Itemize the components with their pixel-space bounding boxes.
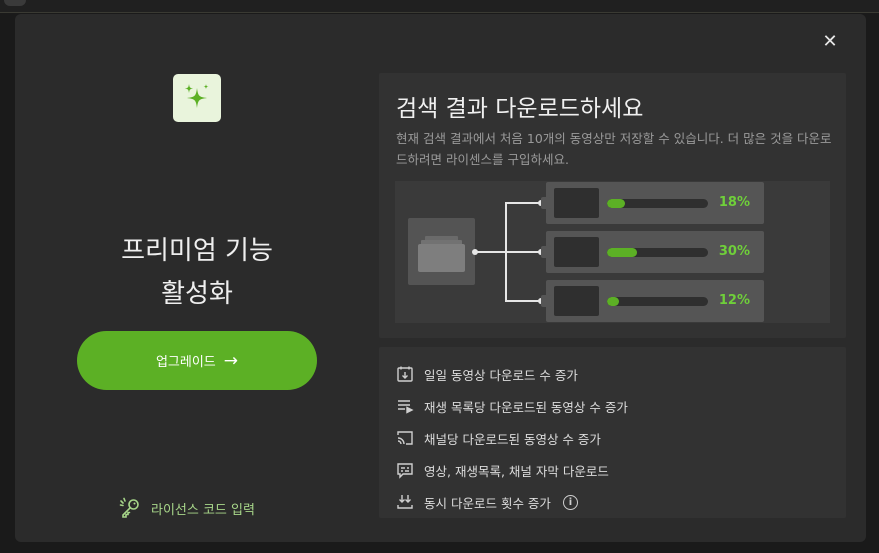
feature-label: 채널당 다운로드된 동영상 수 증가 — [424, 431, 601, 447]
upgrade-button-label: 업그레이드 — [155, 355, 216, 370]
arrow-right-icon: → — [223, 350, 239, 371]
progress-fill — [607, 199, 626, 208]
upgrade-modal: ✕ 프리미엄 기능 활성화 업그레이드 → 라이선스 코드 입력 검색 결과 다… — [15, 14, 866, 542]
close-button[interactable]: ✕ — [820, 32, 840, 52]
connector-branch-1 — [505, 202, 541, 204]
premium-badge — [173, 74, 221, 122]
info-icon[interactable]: i — [562, 494, 578, 510]
top-bar-handle — [4, 0, 26, 6]
video-thumbnail — [554, 188, 599, 218]
sparkles-icon — [185, 84, 209, 108]
progress-fill — [607, 297, 620, 306]
progress-percent: 30% — [718, 244, 750, 259]
download-diagram: 18% 30% 12% — [395, 181, 830, 323]
preview-description: 현재 검색 결과에서 처음 10개의 동영상만 저장할 수 있습니다. 더 많은… — [396, 131, 832, 167]
progress-percent: 18% — [718, 195, 750, 210]
feature-item: 일일 동영상 다운로드 수 증가 — [395, 363, 578, 385]
progress-percent: 12% — [718, 293, 750, 308]
connector-branch-3 — [505, 300, 541, 302]
connector-line — [475, 251, 505, 253]
folder-stack-icon — [418, 236, 465, 272]
feature-item: 채널당 다운로드된 동영상 수 증가 — [395, 427, 601, 449]
calendar-download-icon — [395, 365, 414, 384]
feature-item: 재생 목록당 다운로드된 동영상 수 증가 — [395, 395, 628, 417]
preview-title: 검색 결과 다운로드하세요 — [396, 96, 644, 122]
multi-download-icon — [395, 493, 414, 512]
title-line-1: 프리미엄 기능 — [121, 236, 273, 266]
connector-branch-2 — [505, 251, 541, 253]
progress-fill — [607, 248, 638, 257]
feature-item: 동시 다운로드 횟수 증가 i — [395, 491, 578, 513]
key-icon — [119, 497, 139, 518]
source-box — [408, 218, 475, 285]
license-link-label: 라이선스 코드 입력 — [151, 502, 255, 518]
progress-track — [607, 199, 708, 208]
download-row: 30% — [541, 231, 764, 273]
download-row: 18% — [541, 182, 764, 224]
download-row: 12% — [541, 280, 764, 322]
modal-title: 프리미엄 기능 활성화 — [67, 230, 327, 316]
close-icon: ✕ — [822, 31, 838, 52]
progress-track — [607, 297, 708, 306]
cast-channel-icon — [395, 429, 414, 448]
window-top-bar — [0, 0, 879, 13]
video-thumbnail — [554, 286, 599, 316]
feature-label: 일일 동영상 다운로드 수 증가 — [424, 367, 578, 383]
feature-label: 영상, 재생목록, 채널 자막 다운로드 — [424, 463, 609, 479]
feature-label: 재생 목록당 다운로드된 동영상 수 증가 — [424, 399, 628, 415]
video-thumbnail — [554, 237, 599, 267]
download-preview-card: 검색 결과 다운로드하세요 현재 검색 결과에서 처음 10개의 동영상만 저장… — [379, 73, 846, 338]
feature-item: 영상, 재생목록, 채널 자막 다운로드 — [395, 459, 609, 481]
license-code-link[interactable]: 라이선스 코드 입력 — [119, 496, 255, 520]
feature-label: 동시 다운로드 횟수 증가 — [424, 495, 551, 511]
title-line-2: 활성화 — [161, 279, 233, 309]
upgrade-button[interactable]: 업그레이드 → — [77, 331, 317, 390]
subtitles-icon — [395, 461, 414, 480]
connector-node — [472, 249, 478, 255]
playlist-icon — [395, 397, 414, 416]
features-card: 일일 동영상 다운로드 수 증가 재생 목록당 다운로드된 동영상 수 증가 채… — [379, 347, 846, 518]
progress-track — [607, 248, 708, 257]
